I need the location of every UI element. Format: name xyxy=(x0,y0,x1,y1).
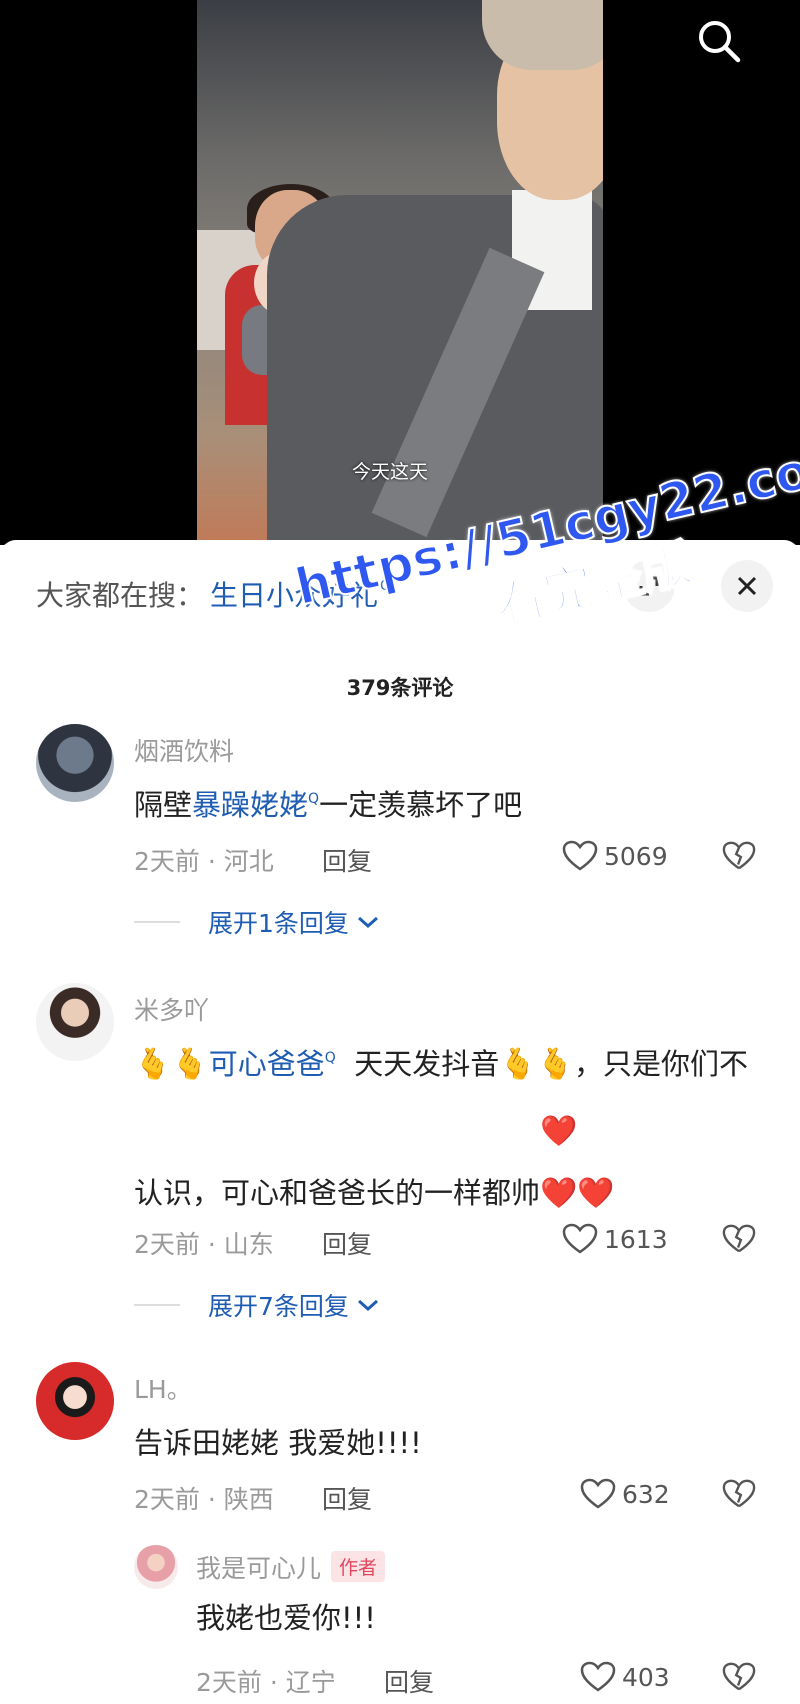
broken-heart-icon[interactable] xyxy=(722,840,756,872)
avatar[interactable] xyxy=(36,983,114,1061)
comment-count: 379条评论 xyxy=(346,676,454,700)
reply-meta: 2天前 · 辽宁 xyxy=(196,1668,336,1697)
comment-meta: 2天前 · 山东 xyxy=(134,1230,274,1259)
comment-text-part: 隔壁 xyxy=(134,788,193,822)
like-count: 632 xyxy=(622,1479,670,1509)
comment-meta: 2天前 · 河北 xyxy=(134,847,274,876)
expand-replies-button[interactable]: 展开1条回复 xyxy=(134,904,381,940)
heart-icon xyxy=(580,1661,616,1692)
reply-button[interactable]: 回复 xyxy=(322,1480,372,1516)
like-button[interactable]: 5069 xyxy=(562,840,668,872)
like-count: 5069 xyxy=(604,841,668,871)
comment-username[interactable]: LH。 xyxy=(134,1370,192,1406)
like-button[interactable]: 1613 xyxy=(562,1223,668,1255)
like-button[interactable]: 632 xyxy=(580,1478,670,1510)
like-count: 403 xyxy=(622,1662,670,1692)
like-count: 1613 xyxy=(604,1224,668,1254)
reply-username[interactable]: 我是可心儿 作者 xyxy=(196,1549,386,1585)
person-man xyxy=(267,0,603,545)
comment-meta: 2天前 · 陕西 xyxy=(134,1485,274,1514)
like-button[interactable]: 403 xyxy=(580,1661,670,1693)
video-player[interactable]: 今天这天 xyxy=(0,0,800,545)
expand-replies-label: 展开1条回复 xyxy=(208,909,349,938)
reply-button[interactable]: 回复 xyxy=(322,1225,372,1261)
hot-search-prefix: 大家都在搜： xyxy=(36,579,205,612)
reply-text: 我姥也爱你!!! xyxy=(196,1601,376,1635)
comment-text-part: 天天发抖音 xyxy=(354,1047,500,1081)
avatar[interactable] xyxy=(36,1362,114,1440)
heart-icon xyxy=(580,1478,616,1509)
broken-heart-icon[interactable] xyxy=(722,1223,756,1255)
heart-emoji: ❤️ ❤️❤️ xyxy=(540,1114,615,1211)
heart-icon xyxy=(562,1223,598,1254)
chevron-down-icon xyxy=(357,1299,378,1312)
comment-text: 🫰🫰可心爸爸Q 天天发抖音🫰🫰，只是你们不认识，可心和爸爸长的一样都帅❤️ ❤️❤… xyxy=(134,1033,754,1225)
search-mini-icon: Q xyxy=(308,791,320,807)
search-icon[interactable] xyxy=(696,18,742,64)
comment-username[interactable]: 米多吖 xyxy=(134,991,209,1027)
divider xyxy=(134,1304,180,1306)
search-mini-icon: Q xyxy=(324,1050,336,1066)
comment-text-part: 一定羡慕坏了吧 xyxy=(319,788,523,822)
divider xyxy=(134,921,180,923)
author-badge: 作者 xyxy=(331,1551,386,1582)
comment-keyword-link[interactable]: 可心爸爸 xyxy=(209,1047,325,1081)
video-subtitle: 今天这天 xyxy=(352,461,429,483)
comment-text: 告诉田姥姥 我爱她!!!! xyxy=(134,1426,422,1460)
chevron-down-icon xyxy=(357,916,378,929)
avatar[interactable] xyxy=(134,1545,178,1589)
comment-username[interactable]: 烟酒饮料 xyxy=(134,732,234,768)
reply-button[interactable]: 回复 xyxy=(384,1663,434,1699)
broken-heart-icon[interactable] xyxy=(722,1661,756,1693)
comment-keyword-link[interactable]: 暴躁姥姥 xyxy=(192,788,308,822)
reply-button[interactable]: 回复 xyxy=(322,842,372,878)
broken-heart-icon[interactable] xyxy=(722,1478,756,1510)
finger-heart-emoji: 🫰🫰 xyxy=(499,1047,574,1082)
finger-heart-emoji: 🫰🫰 xyxy=(134,1047,209,1082)
expand-replies-button[interactable]: 展开7条回复 xyxy=(134,1287,381,1323)
reply-username-text: 我是可心儿 xyxy=(196,1554,322,1583)
avatar[interactable] xyxy=(36,724,114,802)
expand-replies-label: 展开7条回复 xyxy=(208,1292,349,1321)
heart-icon xyxy=(562,840,598,871)
comment-text: 隔壁暴躁姥姥Q一定羡慕坏了吧 xyxy=(134,774,754,842)
